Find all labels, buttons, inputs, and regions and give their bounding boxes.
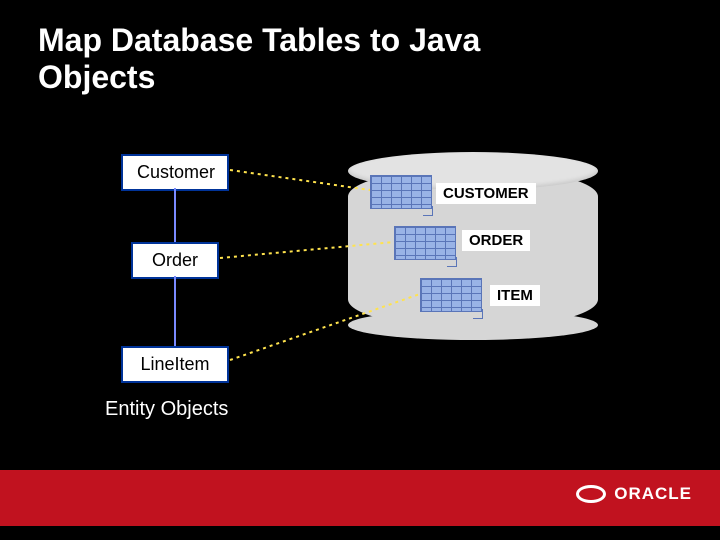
table-customer-icon: [370, 175, 432, 209]
table-customer-label: CUSTOMER: [436, 183, 536, 204]
slide-stage: Map Database Tables to Java Objects Cust…: [0, 0, 720, 540]
table-order-label: ORDER: [462, 230, 530, 251]
table-item-icon: [420, 278, 482, 312]
mapping-lines: [0, 0, 720, 540]
table-order-icon: [394, 226, 456, 260]
table-item-label: ITEM: [490, 285, 540, 306]
